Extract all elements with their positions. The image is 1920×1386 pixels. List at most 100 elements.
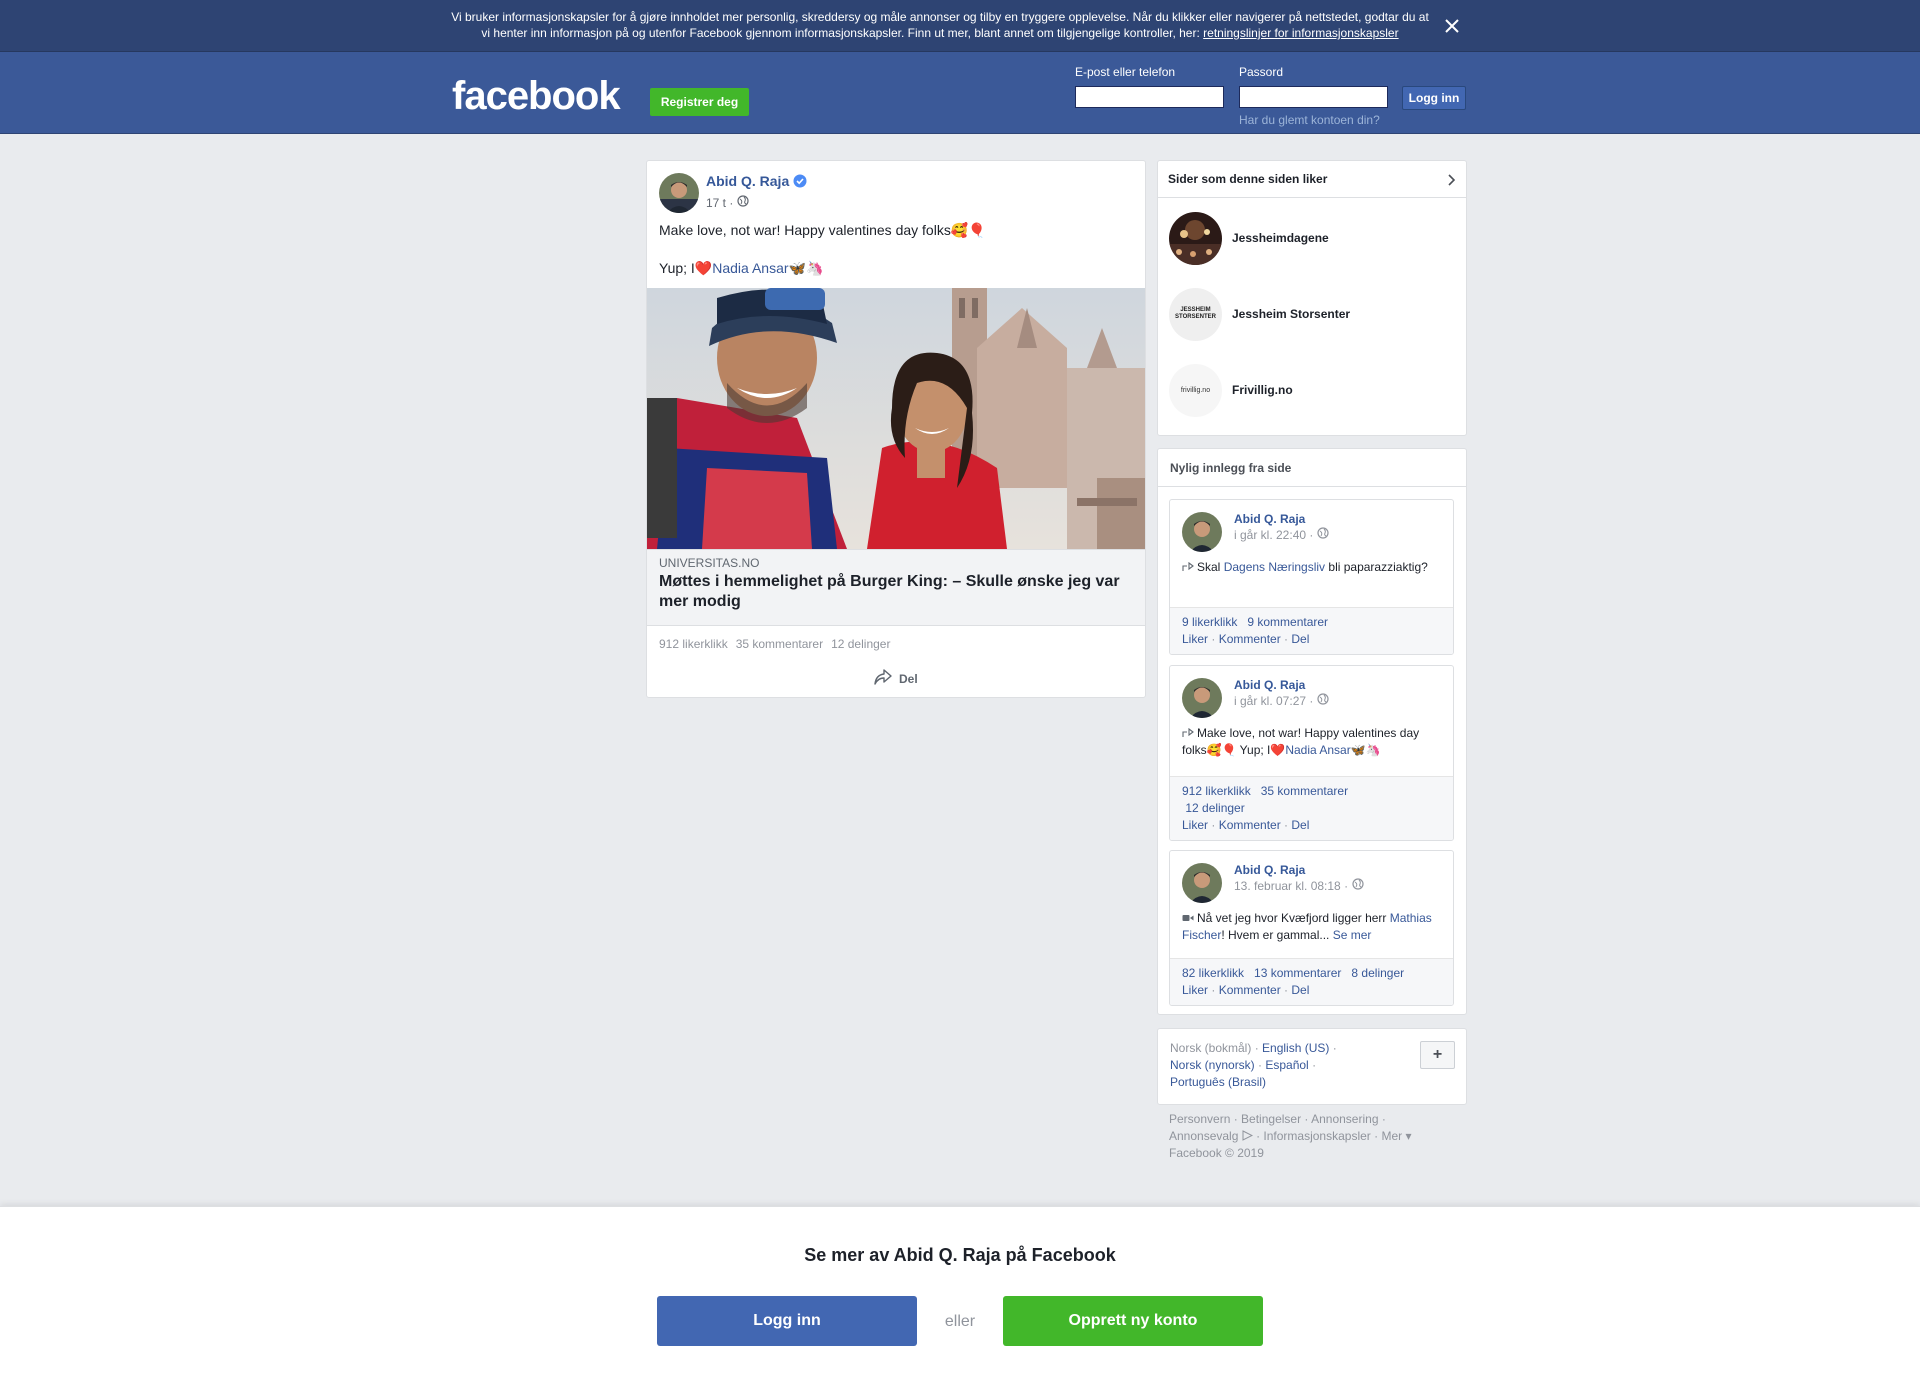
post-text-line-1: Make love, not war! Happy valentines day…: [659, 222, 986, 238]
login-prompt-title: Se mer av Abid Q. Raja på Facebook: [804, 1245, 1116, 1265]
share-label: Del: [899, 671, 918, 686]
avatar[interactable]: [1182, 512, 1222, 552]
chevron-right-icon[interactable]: [1444, 173, 1458, 187]
recent-post-author[interactable]: Abid Q. Raja: [1234, 678, 1305, 692]
avatar[interactable]: [1182, 863, 1222, 903]
recent-post-time: 13. februar kl. 08:18 ·: [1234, 878, 1364, 893]
recent-post-author[interactable]: Abid Q. Raja: [1234, 863, 1305, 877]
link-headline[interactable]: Møttes i hemmelighet på Burger King: – S…: [659, 572, 1129, 612]
page-thumbnail[interactable]: [1169, 211, 1222, 265]
more-languages-button[interactable]: +: [1420, 1041, 1455, 1069]
close-icon[interactable]: [1440, 14, 1464, 38]
page-thumbnail[interactable]: JESSHEIM STORSENTER: [1169, 287, 1222, 341]
page-name[interactable]: Jessheim Storsenter: [1232, 307, 1350, 321]
likes-count[interactable]: 912 likerklikk: [1182, 784, 1251, 798]
register-button[interactable]: Registrer deg: [650, 88, 749, 116]
liked-pages-header[interactable]: Sider som denne siden liker: [1158, 161, 1466, 198]
cookie-policy-link[interactable]: retningslinjer for informasjonskapsler: [1203, 26, 1398, 40]
cookie-line-2: vi henter inn informasjon på og utenfor …: [481, 26, 1204, 40]
mention-link[interactable]: Dagens Næringsliv: [1224, 560, 1325, 574]
likes-count[interactable]: 9 likerklikk: [1182, 615, 1237, 629]
time-text[interactable]: 13. februar kl. 08:18 ·: [1234, 879, 1348, 893]
footer-link-more[interactable]: Mer: [1381, 1129, 1402, 1143]
liked-page-item[interactable]: JESSHEIM STORSENTER Jessheim Storsenter: [1169, 287, 1459, 341]
recent-post-stats: 82 likerklikk 13 kommentarer 8 delinger: [1182, 965, 1441, 982]
like-link[interactable]: Liker: [1182, 632, 1208, 646]
post-photo[interactable]: [647, 288, 1145, 549]
liked-page-item[interactable]: Jessheimdagene: [1169, 211, 1459, 265]
share-link[interactable]: Del: [1291, 818, 1309, 832]
create-account-button[interactable]: Opprett ny konto: [1003, 1296, 1263, 1346]
see-more-link[interactable]: Se mer: [1333, 928, 1372, 942]
page-thumbnail[interactable]: frivillig.no: [1169, 363, 1222, 417]
avatar[interactable]: [1182, 678, 1222, 718]
thumb-text: frivillig.no: [1180, 386, 1211, 394]
language-link[interactable]: Português (Brasil): [1170, 1075, 1266, 1089]
email-field[interactable]: [1075, 86, 1224, 108]
cookie-text: Vi bruker informasjonskapsler for å gjør…: [440, 9, 1440, 41]
mention-link[interactable]: Nadia Ansar: [712, 260, 788, 276]
thumb-text: JESSHEIM STORSENTER: [1175, 307, 1216, 320]
share-link[interactable]: Del: [1291, 632, 1309, 646]
page-name[interactable]: Jessheimdagene: [1232, 231, 1329, 245]
language-link[interactable]: English (US): [1262, 1041, 1329, 1055]
likes-count[interactable]: 82 likerklikk: [1182, 966, 1244, 980]
shares-count[interactable]: 8 delinger: [1351, 966, 1404, 980]
footer-link-advertising[interactable]: Annonsering: [1311, 1112, 1378, 1126]
comment-link[interactable]: Kommenter: [1219, 632, 1281, 646]
comments-count[interactable]: 35 kommentarer: [1261, 784, 1348, 798]
footer-links: Personvern · Betingelser · Annonsering ·…: [1169, 1112, 1412, 1160]
link-preview[interactable]: UNIVERSITAS.NO Møttes i hemmelighet på B…: [647, 549, 1145, 626]
liked-pages-title: Sider som denne siden liker: [1168, 172, 1328, 186]
login-prompt-overlay: Se mer av Abid Q. Raja på Facebook Logg …: [0, 1206, 1920, 1386]
login-button-large[interactable]: Logg inn: [657, 1296, 917, 1346]
page-name[interactable]: Frivillig.no: [1232, 383, 1293, 397]
footer-link-cookies[interactable]: Informasjonskapsler: [1263, 1129, 1370, 1143]
share-link[interactable]: Del: [1291, 983, 1309, 997]
time-text[interactable]: i går kl. 07:27 ·: [1234, 694, 1313, 708]
footer-link-terms[interactable]: Betingelser: [1241, 1112, 1301, 1126]
recent-post[interactable]: Abid Q. Raja i går kl. 22:40 · Skal Dage…: [1169, 499, 1454, 655]
post-text-line-2: Yup; I❤️Nadia Ansar🦋🦄: [659, 258, 823, 278]
post-text-prefix: Yup; I❤️: [659, 260, 713, 276]
chevron-down-icon[interactable]: ▾: [1405, 1129, 1411, 1143]
post-time[interactable]: 17 t ·: [706, 196, 733, 210]
recent-post-text: Skal Dagens Næringsliv bli paparazziakti…: [1182, 559, 1444, 576]
recent-post-actions: Liker · Kommenter · Del: [1182, 632, 1310, 646]
comment-link[interactable]: Kommenter: [1219, 818, 1281, 832]
post-author-name[interactable]: Abid Q. Raja: [706, 173, 789, 189]
recent-post[interactable]: Abid Q. Raja 13. februar kl. 08:18 · Nå …: [1169, 850, 1454, 1006]
time-text[interactable]: i går kl. 22:40 ·: [1234, 528, 1313, 542]
recent-post-footer: 82 likerklikk 13 kommentarer 8 delinger …: [1170, 958, 1453, 1005]
password-field[interactable]: [1239, 86, 1388, 108]
share-icon: [873, 668, 893, 689]
copyright: Facebook © 2019: [1169, 1146, 1264, 1160]
language-box: Norsk (bokmål) · English (US) · Norsk (n…: [1157, 1028, 1467, 1105]
comments-count[interactable]: 35 kommentarer: [736, 637, 823, 651]
mention-link[interactable]: Nadia Ansar: [1285, 743, 1350, 757]
language-link[interactable]: Español: [1265, 1058, 1308, 1072]
recent-post[interactable]: Abid Q. Raja i går kl. 07:27 · Make love…: [1169, 665, 1454, 841]
link-domain: UNIVERSITAS.NO: [659, 556, 760, 570]
post-card: Abid Q. Raja 17 t · Make love, not war! …: [646, 160, 1146, 698]
comments-count[interactable]: 9 kommentarer: [1247, 615, 1328, 629]
comment-link[interactable]: Kommenter: [1219, 983, 1281, 997]
comments-count[interactable]: 13 kommentarer: [1254, 966, 1341, 980]
post-author[interactable]: Abid Q. Raja: [706, 173, 807, 189]
forgot-account-link[interactable]: Har du glemt kontoen din?: [1239, 113, 1380, 127]
facebook-logo[interactable]: facebook: [452, 74, 621, 118]
liked-page-item[interactable]: frivillig.no Frivillig.no: [1169, 363, 1459, 417]
footer-link-privacy[interactable]: Personvern: [1169, 1112, 1230, 1126]
globe-icon: [737, 195, 749, 210]
share-button[interactable]: Del: [873, 668, 918, 689]
shares-count[interactable]: 12 delinger: [1185, 801, 1244, 815]
recent-post-author[interactable]: Abid Q. Raja: [1234, 512, 1305, 526]
footer-link-ad-choices[interactable]: Annonsevalg: [1169, 1129, 1238, 1143]
avatar[interactable]: [659, 173, 699, 213]
shares-count[interactable]: 12 delinger: [831, 637, 890, 651]
likes-count[interactable]: 912 likerklikk: [659, 637, 728, 651]
login-button[interactable]: Logg inn: [1402, 86, 1466, 110]
like-link[interactable]: Liker: [1182, 818, 1208, 832]
like-link[interactable]: Liker: [1182, 983, 1208, 997]
language-link[interactable]: Norsk (nynorsk): [1170, 1058, 1255, 1072]
